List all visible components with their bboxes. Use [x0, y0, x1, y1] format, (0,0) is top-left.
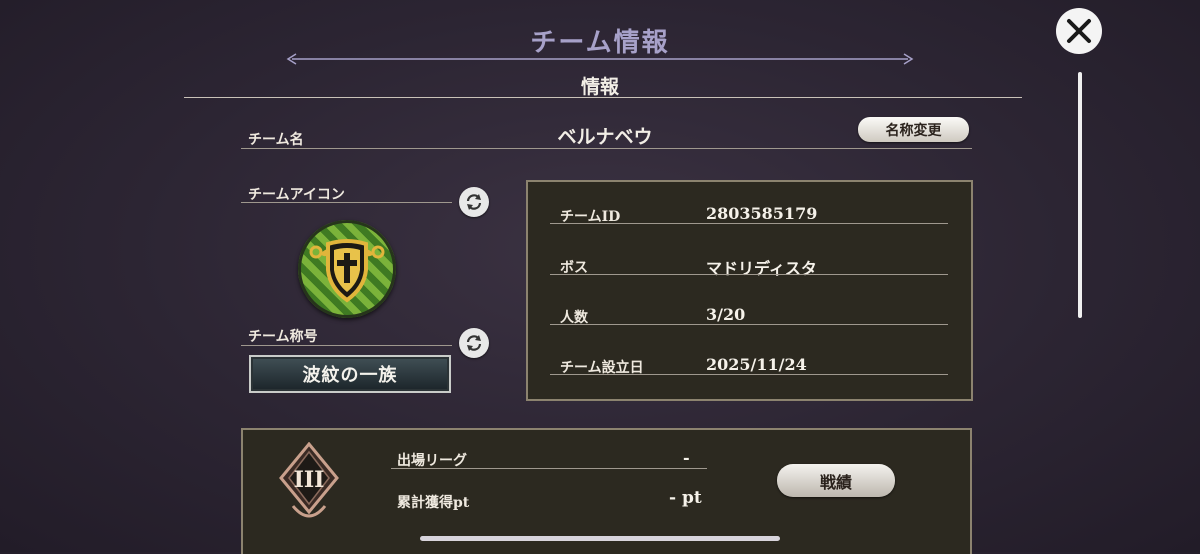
record-button[interactable]: 戦績: [777, 464, 895, 497]
info-row-underline: [550, 374, 948, 375]
close-icon: [1067, 19, 1091, 43]
team-title-change-button[interactable]: [459, 328, 489, 358]
team-id-value: 2803585179: [706, 204, 818, 223]
section-title: 情報: [580, 76, 619, 98]
title-arrow-divider: [286, 53, 914, 65]
team-icon-change-button[interactable]: [459, 187, 489, 217]
team-name-underline: [241, 148, 972, 149]
info-row-underline: [550, 324, 948, 325]
refresh-icon: [466, 335, 482, 351]
team-name-label: チーム名: [248, 132, 304, 148]
league-underline: [391, 468, 707, 469]
member-count-value: 3/20: [706, 305, 746, 324]
team-icon-underline: [241, 202, 452, 203]
league-label: 出場リーグ: [397, 453, 467, 469]
rank-badge-icon: III: [279, 441, 339, 518]
info-row-underline: [550, 223, 948, 224]
close-button[interactable]: [1056, 8, 1102, 54]
shield-cross-emblem-icon: [309, 239, 385, 303]
league-value: -: [683, 448, 690, 467]
rename-button[interactable]: 名称変更: [858, 117, 969, 142]
founded-date-value: 2025/11/24: [706, 355, 807, 374]
points-label: 累計獲得pt: [397, 495, 470, 511]
team-name-value: ベルナベウ: [557, 126, 653, 148]
refresh-icon: [466, 194, 482, 210]
team-title-underline: [241, 345, 452, 346]
section-divider: [184, 97, 1022, 98]
team-title-plate: 波紋の一族: [249, 355, 451, 393]
info-row-underline: [550, 274, 948, 275]
rank-numeral: III: [294, 467, 325, 493]
team-title-label: チーム称号: [248, 329, 318, 345]
team-emblem: [298, 220, 396, 318]
home-indicator[interactable]: [420, 536, 780, 541]
boss-value: マドリディスタ: [706, 259, 817, 278]
team-icon-label: チームアイコン: [248, 187, 345, 203]
scrollbar[interactable]: [1078, 72, 1082, 318]
points-value: - pt: [669, 488, 702, 508]
team-info-panel: チームID 2803585179 ボス マドリディスタ 人数 3/20 チーム設…: [526, 180, 973, 401]
rank-badge: III: [279, 441, 339, 526]
